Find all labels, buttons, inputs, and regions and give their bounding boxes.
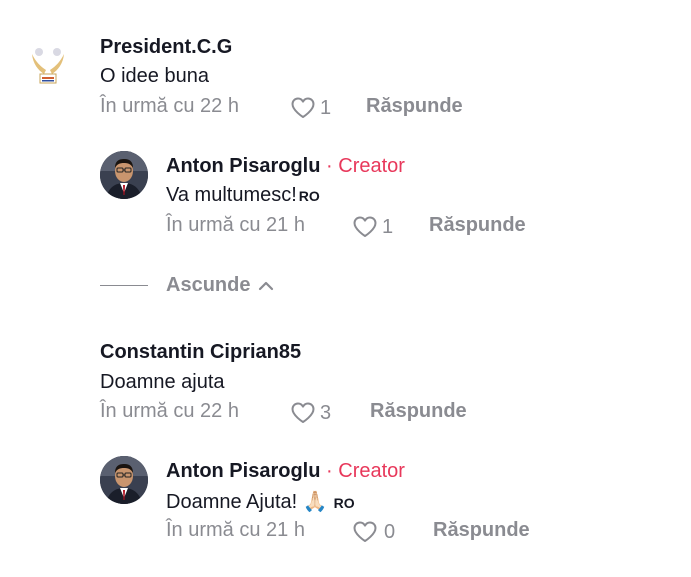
author-name: Anton Pisaroglu: [166, 155, 321, 177]
separator: ·: [326, 460, 333, 482]
avatar[interactable]: [100, 151, 148, 199]
reply-button[interactable]: Răspunde: [370, 400, 467, 423]
like-count: 1: [382, 215, 394, 238]
creator-badge: Creator: [338, 460, 405, 482]
hide-replies-label: Ascunde: [166, 274, 251, 296]
like-count: 3: [320, 401, 332, 424]
reply-text: Va multumesc! RO: [166, 184, 320, 207]
logo-avatar-icon: [24, 40, 72, 88]
reply-author[interactable]: Anton Pisaroglu · Creator: [166, 155, 405, 178]
heart-icon: [291, 402, 315, 423]
author-name: Anton Pisaroglu: [166, 460, 321, 482]
like-button[interactable]: 3: [290, 401, 331, 425]
heart-icon: [353, 521, 377, 542]
heart-icon: [291, 97, 315, 118]
avatar[interactable]: [100, 456, 148, 504]
hide-replies-button[interactable]: Ascunde: [100, 274, 274, 297]
comment-author[interactable]: President.C.G: [100, 36, 232, 59]
comment-text: Doamne ajuta: [100, 371, 225, 393]
reply-button[interactable]: Răspunde: [366, 95, 463, 118]
reply-timestamp: În urmă cu 21 h: [166, 519, 305, 541]
reply-button[interactable]: Răspunde: [433, 519, 530, 542]
language-tag: RO: [333, 495, 355, 511]
like-button[interactable]: 0: [352, 520, 395, 544]
divider-line: [100, 285, 148, 286]
comment-author[interactable]: Constantin Ciprian85: [100, 341, 301, 364]
comment-timestamp: În urmă cu 22 h: [100, 95, 239, 117]
like-count: 1: [320, 96, 332, 119]
like-button[interactable]: 1: [352, 215, 393, 239]
separator: ·: [326, 155, 333, 177]
creator-badge: Creator: [338, 155, 405, 177]
chevron-up-icon: [259, 281, 274, 290]
person-avatar-icon: [100, 456, 148, 504]
like-button[interactable]: 1: [290, 96, 331, 120]
person-avatar-icon: [100, 151, 148, 199]
reply-timestamp: În urmă cu 21 h: [166, 214, 305, 236]
avatar[interactable]: [24, 40, 72, 88]
comment-timestamp: În urmă cu 22 h: [100, 400, 239, 422]
reply-author[interactable]: Anton Pisaroglu · Creator: [166, 460, 405, 483]
reply-button[interactable]: Răspunde: [429, 214, 526, 237]
like-count: 0: [384, 520, 396, 543]
reply-text: Doamne Ajuta! 🙏🏻 RO: [166, 489, 355, 514]
language-tag: RO: [298, 188, 320, 204]
heart-icon: [353, 216, 377, 237]
reply-text-content: Doamne Ajuta! 🙏🏻: [166, 491, 328, 513]
reply-text-content: Va multumesc!: [166, 184, 297, 206]
comment-text: O idee buna: [100, 65, 209, 87]
